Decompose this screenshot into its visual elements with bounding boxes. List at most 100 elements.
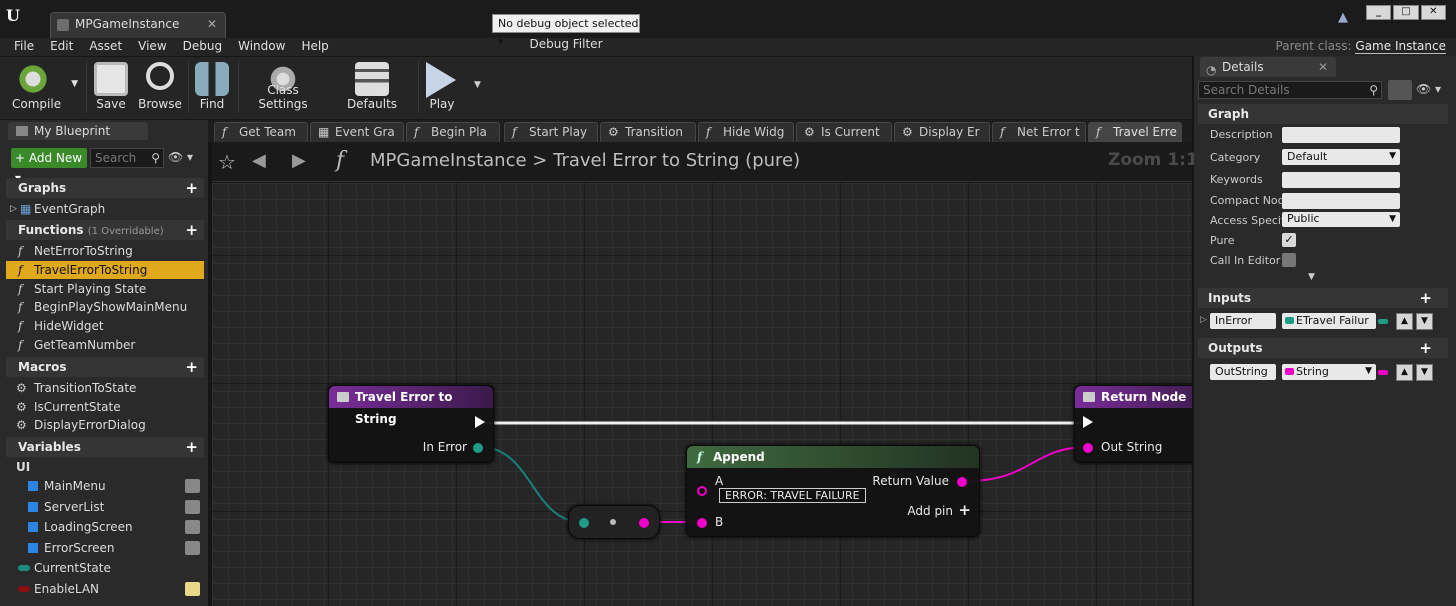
macro-item[interactable]: ⚙ IsCurrentState [6,398,204,416]
output-name-field[interactable]: OutString [1210,364,1276,380]
document-tab[interactable]: MPGameInstance ✕ [50,12,226,38]
add-macro-icon[interactable]: + [185,357,198,377]
find-button[interactable]: Find [192,57,232,117]
variable-item[interactable]: ServerList [6,497,204,517]
a-pin[interactable] [697,486,707,496]
add-graph-icon[interactable]: + [185,178,198,198]
variable-item[interactable]: ErrorScreen [6,538,204,558]
breadcrumb-root[interactable]: MPGameInstance [370,150,527,171]
function-item[interactable]: f HideWidget [6,317,204,335]
conversion-node[interactable] [568,505,660,539]
menu-file[interactable]: File [6,38,42,56]
graph-tab[interactable]: f Get Team [214,122,308,142]
keywords-field[interactable] [1282,172,1400,188]
details-search-input[interactable]: Search Details ⚲ [1198,81,1382,99]
graph-tab[interactable]: ⚙ Is Current [796,122,892,142]
blueprint-search-input[interactable]: Search ⚲ [90,148,164,168]
save-button[interactable]: Save [90,57,132,117]
graph-tab[interactable]: f Hide Widg [698,122,794,142]
exec-in-pin[interactable] [1083,416,1093,428]
call-in-editor-checkbox[interactable] [1282,253,1296,267]
add-pin-label[interactable]: Add pin [907,504,953,518]
details-tab[interactable]: ◔ Details ✕ [1200,57,1336,77]
forward-arrow-icon[interactable]: ▶ [292,150,306,171]
input-type-select[interactable]: ETravel Failur [1282,313,1376,329]
browse-button[interactable]: Browse [136,57,184,117]
debug-object-select[interactable]: No debug object selected ▾ [492,14,640,48]
function-item[interactable]: f GetTeamNumber [6,336,204,354]
out-string-pin[interactable] [1083,443,1093,453]
eye-icon[interactable] [185,582,200,596]
add-input-icon[interactable]: + [1419,288,1432,308]
variable-category-ui[interactable]: UI [6,458,204,476]
visibility-toggle[interactable] [185,500,200,514]
add-variable-icon[interactable]: + [185,437,198,457]
graph-tab[interactable]: ▦ Event Gra [310,122,404,142]
expand-arrow-icon[interactable]: ▷ [1200,315,1207,325]
back-arrow-icon[interactable]: ◀ [252,150,266,171]
add-pin-icon[interactable]: + [958,501,971,519]
class-defaults-button[interactable]: Class Defaults [330,57,414,117]
outputs-section-header[interactable]: Outputs + [1198,338,1448,358]
chevron-down-icon[interactable]: ▼ [71,79,78,89]
eye-icon[interactable]: 👁 ▾ [168,150,200,166]
graph-tab[interactable]: ⚙ Transition [600,122,696,142]
string-out-pin[interactable] [639,518,649,528]
minimize-button[interactable]: _ [1366,5,1392,20]
input-name-field[interactable]: InError [1210,313,1276,329]
move-up-button[interactable]: ▲ [1396,313,1413,330]
close-window-button[interactable]: ✕ [1420,5,1446,20]
a-value-input[interactable]: ERROR: TRAVEL FAILURE [719,488,866,503]
visibility-toggle[interactable] [185,520,200,534]
compact-node-field[interactable] [1282,193,1400,209]
move-down-button[interactable]: ▼ [1416,364,1433,381]
exec-out-pin[interactable] [475,416,485,428]
close-icon[interactable]: ✕ [207,17,217,31]
enum-in-pin[interactable] [579,518,589,528]
graphs-header[interactable]: Graphs + [6,178,204,198]
graph-tab[interactable]: f Begin Pla [406,122,500,142]
variable-item[interactable]: EnableLAN [6,579,204,599]
function-entry-node[interactable]: Travel Error to String In Error [328,385,494,463]
output-type-select[interactable]: String ▼ [1282,364,1376,380]
graph-tab[interactable]: ⚙ Display Er [894,122,990,142]
move-up-button[interactable]: ▲ [1396,364,1413,381]
graph-canvas[interactable]: Travel Error to String In Error f Append… [212,183,1192,606]
add-new-button[interactable]: + Add New ▾ [11,148,87,185]
graph-tab-active[interactable]: f Travel Erre [1088,122,1182,142]
menu-debug[interactable]: Debug [175,38,230,56]
play-button[interactable]: Play [420,57,464,117]
function-item-selected[interactable]: f TravelErrorToString [6,261,204,279]
menu-help[interactable]: Help [293,38,336,56]
macro-item[interactable]: ⚙ DisplayErrorDialog [6,416,204,434]
close-icon[interactable]: ✕ [1318,57,1328,77]
my-blueprint-tab[interactable]: My Blueprint [8,122,148,140]
function-item[interactable]: f BeginPlayShowMainMenu [6,298,204,316]
add-output-icon[interactable]: + [1419,338,1432,358]
menu-view[interactable]: View [130,38,174,56]
function-item[interactable]: f NetErrorToString [6,242,204,260]
visibility-toggle[interactable] [185,541,200,555]
graph-tab[interactable]: f Start Play [504,122,598,142]
function-item[interactable]: f Start Playing State [6,280,204,298]
maximize-button[interactable]: □ [1393,5,1419,20]
learn-icon[interactable]: ▲ [1338,10,1354,26]
compile-button[interactable]: Compile ▼ [6,57,82,117]
description-field[interactable] [1282,127,1400,143]
add-function-icon[interactable]: + [185,220,198,240]
append-node[interactable]: f Append A ERROR: TRAVEL FAILURE B Retur… [686,445,980,537]
graph-tab[interactable]: f Net Error t [992,122,1086,142]
menu-edit[interactable]: Edit [42,38,81,56]
class-settings-button[interactable]: Class Settings [242,57,324,117]
inputs-section-header[interactable]: Inputs + [1198,288,1448,308]
variables-header[interactable]: Variables + [6,437,204,457]
b-pin[interactable] [697,518,707,528]
variable-item[interactable]: MainMenu [6,476,204,496]
parent-class-link[interactable]: Game Instance [1355,39,1446,54]
eye-icon[interactable]: 👁 ▾ [1416,82,1441,96]
macros-header[interactable]: Macros + [6,357,204,377]
in-error-pin[interactable] [473,443,483,453]
variable-item[interactable]: LoadingScreen [6,517,204,537]
return-value-pin[interactable] [957,477,967,487]
pure-checkbox[interactable]: ✓ [1282,233,1296,247]
